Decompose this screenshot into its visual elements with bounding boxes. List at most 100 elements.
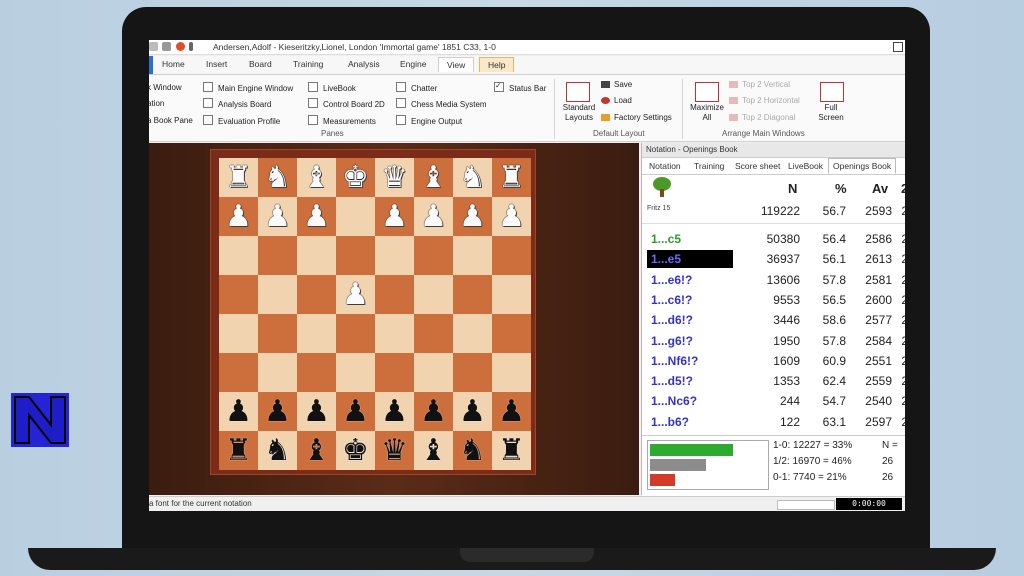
white-piece[interactable]: ♜: [219, 158, 258, 197]
white-piece[interactable]: ♟: [375, 197, 414, 236]
maximize-all-icon[interactable]: [695, 82, 719, 102]
black-piece[interactable]: ♜: [492, 431, 531, 470]
move-row[interactable]: 1...e6!? 13606 57.8 2581 2: [642, 270, 905, 290]
board-square[interactable]: [297, 314, 336, 353]
black-piece[interactable]: ♟: [258, 392, 297, 431]
maximize-all-button[interactable]: Maximize All: [687, 103, 727, 123]
measurements-checkbox[interactable]: Measurements: [308, 115, 376, 128]
black-piece[interactable]: ♞: [453, 431, 492, 470]
factory-settings-button[interactable]: Factory Settings: [601, 112, 672, 124]
board-square[interactable]: [414, 314, 453, 353]
evaluation-profile-checkbox[interactable]: Evaluation Profile: [203, 115, 280, 128]
tab-livebook[interactable]: LiveBook: [788, 161, 823, 171]
top-2-diagonal-button[interactable]: Top 2 Diagonal: [729, 112, 795, 124]
white-piece[interactable]: ♟: [492, 197, 531, 236]
board-square[interactable]: [336, 314, 375, 353]
board-square[interactable]: [219, 314, 258, 353]
move-row[interactable]: 1...e5 36937 56.1 2613 2: [642, 249, 905, 269]
board-square[interactable]: [219, 236, 258, 275]
tab-engine[interactable]: Engine: [400, 59, 426, 69]
board-square[interactable]: [375, 314, 414, 353]
black-piece[interactable]: ♛: [375, 431, 414, 470]
tab-insert[interactable]: Insert: [206, 59, 227, 69]
white-piece[interactable]: ♟: [336, 275, 375, 314]
full-screen-button[interactable]: Full Screen: [811, 103, 851, 123]
white-piece[interactable]: ♚: [336, 158, 375, 197]
save-layout-button[interactable]: Save: [601, 79, 632, 91]
white-piece[interactable]: ♝: [414, 158, 453, 197]
tab-openings-book[interactable]: Openings Book: [828, 158, 897, 174]
board-square[interactable]: [453, 275, 492, 314]
customize-icon[interactable]: [189, 42, 194, 51]
app-logo-icon[interactable]: [175, 42, 185, 51]
new-icon[interactable]: [149, 42, 158, 51]
tab-notation[interactable]: Notation: [649, 161, 681, 171]
black-piece[interactable]: ♜: [219, 431, 258, 470]
load-layout-button[interactable]: Load: [601, 95, 632, 107]
black-piece[interactable]: ♚: [336, 431, 375, 470]
full-screen-icon[interactable]: [820, 82, 844, 102]
white-piece[interactable]: ♟: [258, 197, 297, 236]
move-row[interactable]: 1...Nf6!? 1609 60.9 2551 2: [642, 351, 905, 371]
board-square[interactable]: [336, 197, 375, 236]
file-tab[interactable]: [149, 56, 153, 74]
livebook-checkbox[interactable]: LiveBook: [308, 82, 356, 95]
black-piece[interactable]: ♟: [453, 392, 492, 431]
board-square[interactable]: [297, 353, 336, 392]
pane-item[interactable]: a Book Pane: [149, 115, 193, 127]
board-square[interactable]: [258, 314, 297, 353]
board-square[interactable]: [297, 236, 336, 275]
control-board-2d-checkbox[interactable]: Control Board 2D: [308, 98, 385, 111]
board-square[interactable]: [414, 353, 453, 392]
black-piece[interactable]: ♟: [219, 392, 258, 431]
board-square[interactable]: [219, 353, 258, 392]
tab-training[interactable]: Training: [293, 59, 323, 69]
maximize-icon[interactable]: [893, 42, 903, 52]
move-row[interactable]: 1...c5 50380 56.4 2586 2: [642, 229, 905, 249]
board-square[interactable]: [453, 353, 492, 392]
move-row[interactable]: 1...c6!? 9553 56.5 2600 2: [642, 290, 905, 310]
black-piece[interactable]: ♟: [414, 392, 453, 431]
top-2-vertical-button[interactable]: Top 2 Vertical: [729, 79, 790, 91]
board-square[interactable]: [258, 353, 297, 392]
tab-view[interactable]: View: [438, 57, 475, 72]
black-piece[interactable]: ♝: [414, 431, 453, 470]
standard-layouts-icon[interactable]: [566, 82, 590, 102]
board-square[interactable]: [492, 236, 531, 275]
board-square[interactable]: [375, 236, 414, 275]
chess-media-system-checkbox[interactable]: Chess Media System: [396, 98, 487, 111]
chatter-checkbox[interactable]: Chatter: [396, 82, 437, 95]
tab-home[interactable]: Home: [162, 59, 185, 69]
white-piece[interactable]: ♛: [375, 158, 414, 197]
status-bar-checkbox[interactable]: Status Bar: [494, 80, 546, 95]
board-square[interactable]: [258, 236, 297, 275]
analysis-board-checkbox[interactable]: Analysis Board: [203, 98, 271, 111]
pane-item[interactable]: k Window: [149, 82, 182, 94]
white-piece[interactable]: ♟: [297, 197, 336, 236]
white-piece[interactable]: ♟: [453, 197, 492, 236]
white-piece[interactable]: ♟: [414, 197, 453, 236]
board-square[interactable]: [414, 275, 453, 314]
black-piece[interactable]: ♟: [297, 392, 336, 431]
board-square[interactable]: [375, 275, 414, 314]
board-square[interactable]: [297, 275, 336, 314]
main-engine-window-checkbox[interactable]: Main Engine Window: [203, 82, 293, 95]
board-square[interactable]: [375, 353, 414, 392]
board-square[interactable]: [414, 236, 453, 275]
board-square[interactable]: [336, 353, 375, 392]
tab-training[interactable]: Training: [694, 161, 724, 171]
move-row[interactable]: 1...g6!? 1950 57.8 2584 2: [642, 331, 905, 351]
tab-score-sheet[interactable]: Score sheet: [735, 161, 780, 171]
tab-board[interactable]: Board: [249, 59, 272, 69]
board-square[interactable]: [258, 275, 297, 314]
standard-layouts-button[interactable]: Standard Layouts: [559, 103, 599, 123]
engine-output-checkbox[interactable]: Engine Output: [396, 115, 462, 128]
board-square[interactable]: [453, 314, 492, 353]
board-square[interactable]: [219, 275, 258, 314]
move-row[interactable]: 1...Nc6? 244 54.7 2540 2: [642, 391, 905, 411]
top-2-horizontal-button[interactable]: Top 2 Horizontal: [729, 95, 800, 107]
black-piece[interactable]: ♟: [492, 392, 531, 431]
white-piece[interactable]: ♜: [492, 158, 531, 197]
move-row[interactable]: 1...d6!? 3446 58.6 2577 2: [642, 310, 905, 330]
undo-icon[interactable]: [162, 42, 172, 51]
